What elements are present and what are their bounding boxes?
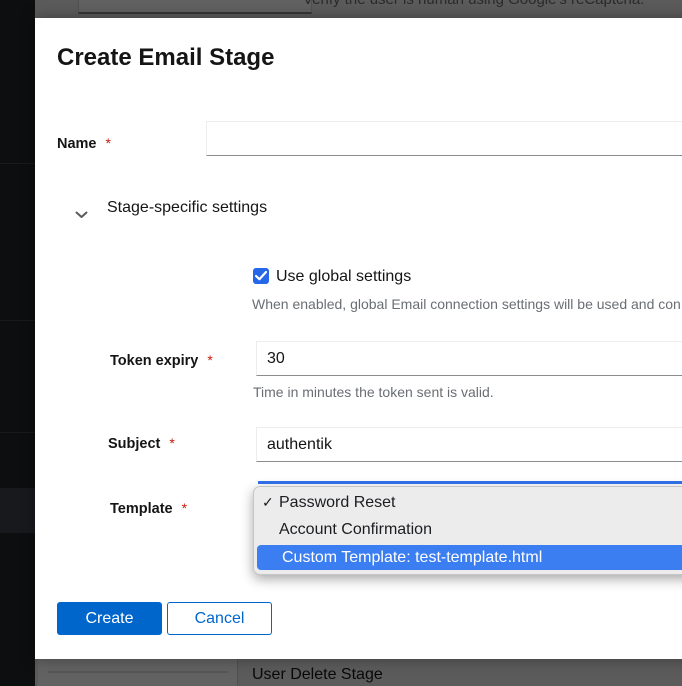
template-label: Template*: [110, 500, 187, 517]
required-asterisk: *: [207, 352, 212, 368]
required-asterisk: *: [182, 500, 187, 516]
cancel-button[interactable]: Cancel: [167, 602, 272, 635]
subject-label: Subject*: [108, 435, 175, 452]
required-asterisk: *: [106, 135, 111, 151]
token-expiry-input[interactable]: [256, 341, 682, 376]
expander-label: Stage-specific settings: [107, 199, 267, 217]
use-global-settings-checkbox[interactable]: [253, 268, 269, 284]
token-expiry-help: Time in minutes the token sent is valid.: [253, 384, 494, 400]
subject-input[interactable]: [256, 427, 682, 462]
screen: Verify the user is human using Google's …: [0, 0, 682, 686]
use-global-settings-label: Use global settings: [276, 268, 411, 286]
dropdown-option-custom-template[interactable]: Custom Template: test-template.html: [257, 545, 682, 570]
name-label: Name*: [57, 135, 111, 152]
checkmark-icon: ✓: [262, 489, 274, 516]
name-input[interactable]: [206, 121, 682, 156]
use-global-settings-help: When enabled, global Email connection se…: [252, 296, 681, 312]
template-select-focus-edge: [258, 481, 682, 484]
template-dropdown-menu: ✓ Password Reset Account Confirmation Cu…: [253, 486, 682, 575]
create-button[interactable]: Create: [57, 602, 162, 635]
chevron-down-icon: [75, 206, 88, 224]
required-asterisk: *: [169, 435, 174, 451]
page-title: Create Email Stage: [57, 44, 274, 72]
dropdown-option-password-reset[interactable]: ✓ Password Reset: [254, 489, 682, 516]
dropdown-option-account-confirmation[interactable]: Account Confirmation: [254, 516, 682, 543]
token-expiry-label: Token expiry*: [110, 352, 213, 369]
check-icon: [255, 271, 267, 281]
